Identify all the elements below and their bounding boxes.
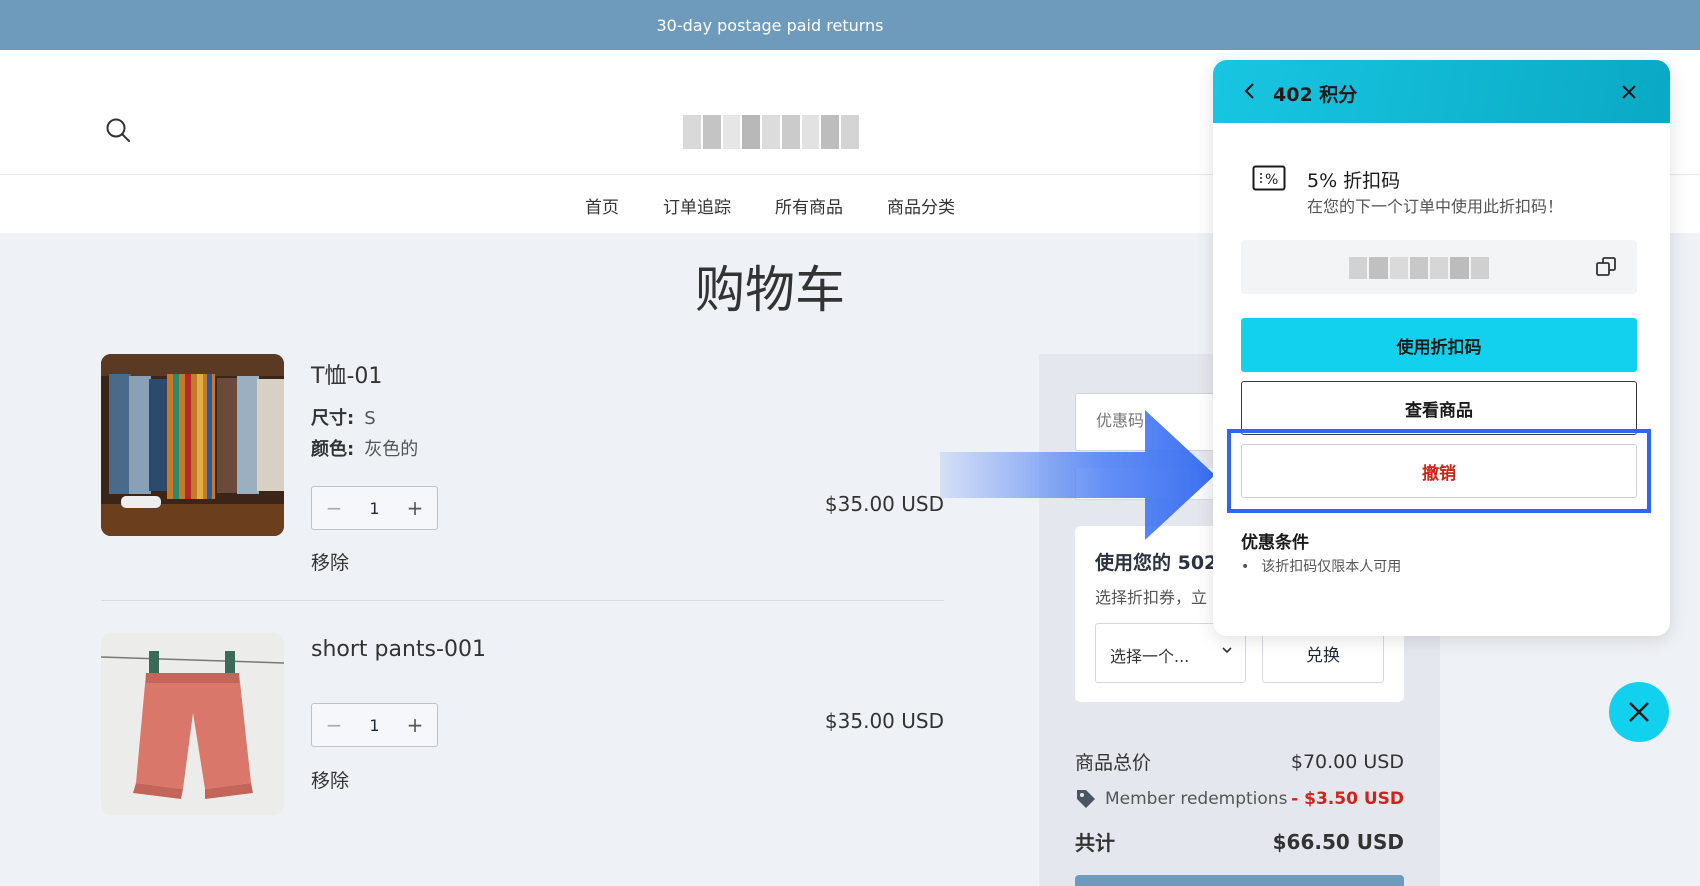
decrease-quantity-button[interactable]: −: [324, 713, 344, 737]
nav-home[interactable]: 首页: [585, 193, 619, 233]
nav-order-tracking[interactable]: 订单追踪: [663, 193, 731, 233]
close-icon: [1629, 702, 1649, 722]
use-discount-code-button[interactable]: 使用折扣码: [1241, 318, 1637, 372]
subtotal-label: 商品总价: [1075, 752, 1152, 774]
highlight-box: [1227, 429, 1651, 513]
coupon-subtitle: 在您的下一个订单中使用此折扣码！: [1307, 197, 1564, 216]
item-divider: [101, 600, 944, 601]
copy-icon[interactable]: [1594, 255, 1618, 279]
points-title: 使用您的 502: [1095, 552, 1218, 574]
remove-button[interactable]: 移除: [311, 766, 349, 793]
item-name[interactable]: short pants-001: [311, 637, 486, 662]
total-row: 共计 $66.50 USD: [1075, 827, 1404, 856]
cart-item: short pants-001 − 1 + 移除 $35.00 USD: [101, 633, 944, 823]
nav-all-products[interactable]: 所有商品: [775, 193, 843, 233]
tag-icon: [1077, 790, 1095, 808]
announcement-text: 30-day postage paid returns: [656, 15, 884, 35]
terms-title: 优惠条件: [1241, 533, 1309, 553]
quantity-stepper: − 1 +: [311, 703, 438, 747]
subtotal-row: 商品总价 $70.00 USD: [1075, 748, 1404, 775]
item-name[interactable]: T恤-01: [311, 358, 382, 390]
chevron-down-icon: [1222, 647, 1232, 654]
svg-text:%: %: [1265, 172, 1278, 188]
item-size: 尺寸: S: [311, 404, 376, 430]
discount-value: - $3.50 USD: [1291, 789, 1404, 809]
panel-header: 402 积分: [1213, 60, 1670, 123]
points-description: 选择折扣券，立: [1095, 588, 1208, 607]
cart-item: T恤-01 尺寸: S 颜色: 灰色的 − 1 + 移除 $35.00 USD: [101, 354, 944, 584]
discount-label-group: Member redemptions: [1075, 788, 1287, 810]
back-chevron-icon[interactable]: [1239, 80, 1261, 102]
terms-item: 该折扣码仅限本人可用: [1241, 556, 1401, 576]
item-price: $35.00 USD: [824, 492, 944, 516]
item-price: $35.00 USD: [824, 709, 944, 733]
rewards-panel: 402 积分 % 5% 折扣码 在您的下一个订单中使用此折扣码！ 使用折扣码 查…: [1213, 60, 1670, 636]
tshirt-product-image[interactable]: [101, 354, 284, 536]
coupon-select-value: 选择一个...: [1110, 647, 1190, 666]
quantity-value[interactable]: 1: [369, 499, 379, 518]
coupon-percent-icon: %: [1252, 165, 1286, 191]
discount-label: Member redemptions: [1105, 789, 1288, 809]
close-icon[interactable]: [1619, 82, 1639, 102]
quantity-value[interactable]: 1: [369, 716, 379, 735]
increase-quantity-button[interactable]: +: [405, 496, 425, 520]
remove-button[interactable]: 移除: [311, 548, 349, 575]
total-label: 共计: [1075, 831, 1115, 855]
checkout-button[interactable]: [1075, 875, 1404, 886]
coupon-title: 5% 折扣码: [1307, 170, 1401, 192]
nav-categories[interactable]: 商品分类: [887, 193, 955, 233]
discount-code-box: [1241, 240, 1637, 294]
view-products-button[interactable]: 查看商品: [1241, 381, 1637, 435]
size-label: 尺寸:: [311, 408, 355, 429]
color-label: 颜色:: [311, 439, 355, 460]
shorts-product-image[interactable]: [101, 633, 284, 815]
increase-quantity-button[interactable]: +: [405, 713, 425, 737]
quantity-stepper: − 1 +: [311, 486, 438, 530]
discount-row: Member redemptions - $3.50 USD: [1075, 788, 1404, 810]
floating-close-button[interactable]: [1609, 682, 1669, 742]
announcement-bar: 30-day postage paid returns: [0, 0, 1700, 50]
search-icon[interactable]: [104, 116, 132, 144]
decrease-quantity-button[interactable]: −: [324, 496, 344, 520]
subtotal-value: $70.00 USD: [1290, 750, 1404, 773]
total-value: $66.50 USD: [1272, 829, 1404, 854]
size-value: S: [364, 408, 376, 429]
item-color: 颜色: 灰色的: [311, 435, 418, 461]
panel-title: 402 积分: [1273, 84, 1358, 106]
color-value: 灰色的: [364, 439, 419, 460]
arrow-pointer-icon: [940, 410, 1215, 540]
store-logo-blurred[interactable]: [683, 115, 860, 149]
discount-code-blurred: [1349, 257, 1489, 279]
